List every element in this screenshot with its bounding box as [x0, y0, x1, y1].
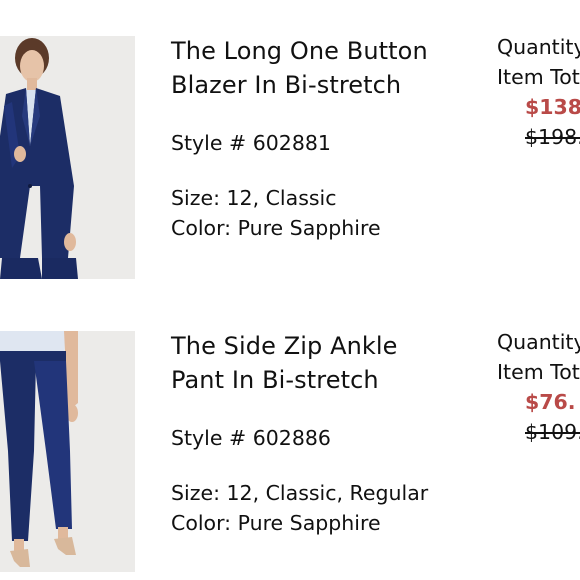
product-style-number: Style # 602886	[171, 426, 331, 450]
cart-item: The Side Zip Ankle Pant In Bi-stretch St…	[0, 295, 580, 580]
sale-price: $138.	[525, 95, 580, 119]
original-price: $198.	[525, 125, 580, 149]
quantity-label: Quantity	[497, 330, 580, 354]
blazer-photo-illustration	[0, 36, 135, 279]
product-name-line1: The Side Zip Ankle	[171, 332, 398, 360]
product-color: Color: Pure Sapphire	[171, 511, 381, 535]
product-name-line1: The Long One Button	[171, 37, 428, 65]
product-name-line2: Blazer In Bi-stretch	[171, 71, 402, 99]
product-name[interactable]: The Long One Button Blazer In Bi-stretch	[171, 34, 461, 102]
item-pricing: Quantity Item Total $76. $109.	[497, 327, 580, 447]
product-name-line2: Pant In Bi-stretch	[171, 366, 379, 394]
product-size: Size: 12, Classic, Regular	[171, 481, 429, 505]
sale-price: $76.	[525, 390, 576, 414]
product-image-blazer[interactable]	[0, 36, 135, 279]
product-image-pant[interactable]	[0, 331, 135, 572]
product-size: Size: 12, Classic	[171, 186, 337, 210]
product-style-number: Style # 602881	[171, 131, 331, 155]
item-pricing: Quantity Item Total $138. $198.	[497, 32, 580, 152]
item-total-label: Item Total	[497, 360, 580, 384]
shopping-bag-page: The Long One Button Blazer In Bi-stretch…	[0, 0, 580, 580]
pant-photo-illustration	[0, 331, 135, 572]
original-price: $109.	[525, 420, 580, 444]
item-total-label: Item Total	[497, 65, 580, 89]
cart-item: The Long One Button Blazer In Bi-stretch…	[0, 0, 580, 295]
product-name[interactable]: The Side Zip Ankle Pant In Bi-stretch	[171, 329, 461, 397]
product-color: Color: Pure Sapphire	[171, 216, 381, 240]
quantity-label: Quantity	[497, 35, 580, 59]
